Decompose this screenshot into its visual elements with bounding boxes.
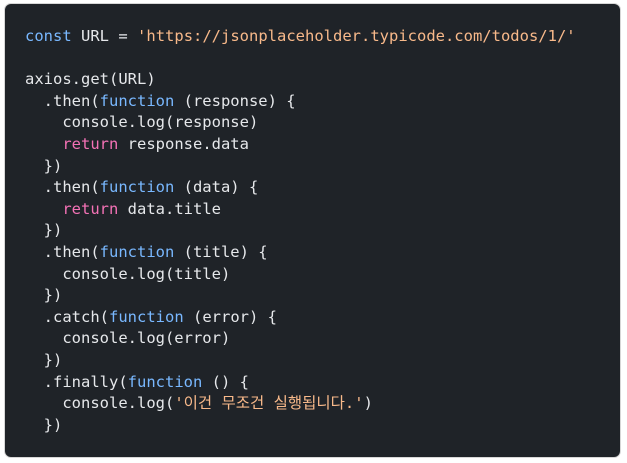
code-line: .finally(function () { [25, 372, 620, 394]
code-line: console.log('이건 무조건 실행됩니다.') [25, 393, 620, 415]
code-line: .catch(function (error) { [25, 307, 620, 329]
code-text-token: .finally( [25, 372, 128, 391]
code-text-token: console.log(response) [25, 113, 259, 132]
code-text-token: .then( [25, 178, 100, 197]
code-text-token: response.data [118, 134, 249, 153]
code-text-token: ) [363, 394, 373, 413]
code-text-token: (data) { [174, 178, 259, 197]
code-line: .then(function (response) { [25, 91, 620, 113]
return-keyword-token: return [62, 199, 119, 218]
code-text-token: .then( [25, 242, 100, 261]
return-keyword-token: return [62, 134, 119, 153]
code-line: ​ [25, 48, 620, 70]
code-text-token: }) [25, 350, 63, 369]
keyword-token: const [25, 27, 72, 45]
code-line: }) [25, 285, 620, 307]
keyword-token: function [99, 178, 175, 197]
code-text-token: }) [25, 156, 63, 175]
code-line: return response.data [25, 134, 620, 156]
code-line: }) [25, 415, 620, 437]
code-line: }) [25, 156, 620, 178]
code-line: .then(function (data) { [25, 177, 620, 199]
keyword-token: function [109, 307, 184, 326]
code-text-token: }) [25, 221, 63, 240]
code-line: }) [25, 350, 620, 372]
code-text-token: console.log( [25, 394, 175, 413]
keyword-token: function [99, 91, 175, 110]
code-line: console.log(error) [25, 328, 620, 350]
code-text-token: }) [25, 286, 63, 305]
code-line: }) [25, 220, 620, 242]
code-text-token: URL [71, 27, 119, 45]
code-line: return data.title [25, 199, 620, 221]
code-block: const URL = 'https://jsonplaceholder.typ… [25, 26, 620, 436]
code-text-token: .then( [25, 91, 100, 110]
keyword-token: function [127, 372, 203, 391]
code-text-token: console.log(error) [25, 329, 231, 348]
code-line: const URL = 'https://jsonplaceholder.typ… [25, 26, 620, 48]
code-editor-panel: const URL = 'https://jsonplaceholder.typ… [5, 4, 620, 457]
code-line: console.log(response) [25, 112, 620, 134]
code-text-token: (title) { [174, 242, 268, 261]
code-text-token: }) [25, 415, 63, 434]
operator-token: = [118, 27, 128, 45]
code-text-token: .catch( [25, 307, 109, 326]
code-text-token: axios.get(URL) [25, 70, 156, 89]
code-text-token: console.log(title) [25, 264, 231, 283]
string-literal-token: 'https://jsonplaceholder.typicode.com/to… [137, 27, 576, 45]
code-text-token: (response) { [174, 91, 296, 110]
code-line: .then(function (title) { [25, 242, 620, 264]
code-text-token: (error) { [183, 307, 277, 326]
code-line: axios.get(URL) [25, 69, 620, 91]
code-text-token: () { [202, 372, 249, 391]
code-text-token: data.title [118, 199, 221, 218]
keyword-token: function [99, 242, 175, 261]
string-literal-token: '이건 무조건 실행됩니다.' [174, 394, 364, 413]
code-line: console.log(title) [25, 264, 620, 286]
